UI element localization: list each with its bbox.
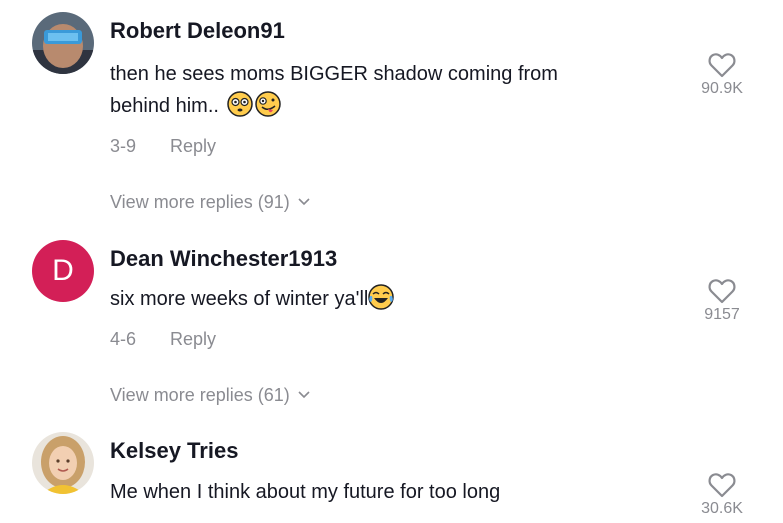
like-count: 9157 xyxy=(704,306,740,323)
comment-username[interactable]: Robert Deleon91 xyxy=(110,18,285,44)
chevron-down-icon xyxy=(298,190,310,211)
view-more-replies-label: View more replies (91) xyxy=(110,192,290,212)
heart-icon xyxy=(708,473,736,498)
comment-text-line: Me when I think about my future for too … xyxy=(110,481,501,503)
comment-text: six more weeks of winter ya'll xyxy=(110,283,670,315)
avatar[interactable]: D xyxy=(32,240,94,302)
like-count: 30.6K xyxy=(701,500,743,517)
view-more-replies-label: View more replies (61) xyxy=(110,385,290,405)
zany-face-emoji-icon xyxy=(254,91,281,117)
comment-username[interactable]: Dean Winchester1913 xyxy=(110,246,337,272)
comment-text-line: behind him.. xyxy=(110,95,219,117)
comment-text: Me when I think about my future for too … xyxy=(110,476,670,508)
view-more-replies-button[interactable]: View more replies (61) xyxy=(110,383,310,406)
comment-username[interactable]: Kelsey Tries xyxy=(110,438,238,464)
comment-meta: 3-9 Reply xyxy=(110,136,216,157)
avatar[interactable] xyxy=(32,432,94,494)
comment-text: then he sees moms BIGGER shadow coming f… xyxy=(110,58,670,122)
avatar-letter: D xyxy=(52,254,74,287)
chevron-down-icon xyxy=(298,383,310,404)
comment-text-line: then he sees moms BIGGER shadow coming f… xyxy=(110,63,558,85)
comment-date: 3-9 xyxy=(110,136,137,156)
reply-button[interactable]: Reply xyxy=(170,136,216,156)
like-button[interactable]: 90.9K xyxy=(692,52,752,98)
comment-date: 4-6 xyxy=(110,329,137,349)
avatar[interactable] xyxy=(32,12,94,74)
tears-of-joy-emoji-icon xyxy=(368,284,395,310)
reply-button[interactable]: Reply xyxy=(170,329,216,349)
comment-meta: 4-6 Reply xyxy=(110,329,216,350)
like-count: 90.9K xyxy=(701,80,743,97)
like-button[interactable]: 9157 xyxy=(692,278,752,324)
like-button[interactable]: 30.6K xyxy=(692,472,752,518)
comment-text-line: six more weeks of winter ya'll xyxy=(110,288,369,310)
view-more-replies-button[interactable]: View more replies (91) xyxy=(110,190,310,213)
heart-icon xyxy=(708,279,736,304)
heart-icon xyxy=(708,53,736,78)
flushed-face-emoji-icon xyxy=(226,91,253,117)
